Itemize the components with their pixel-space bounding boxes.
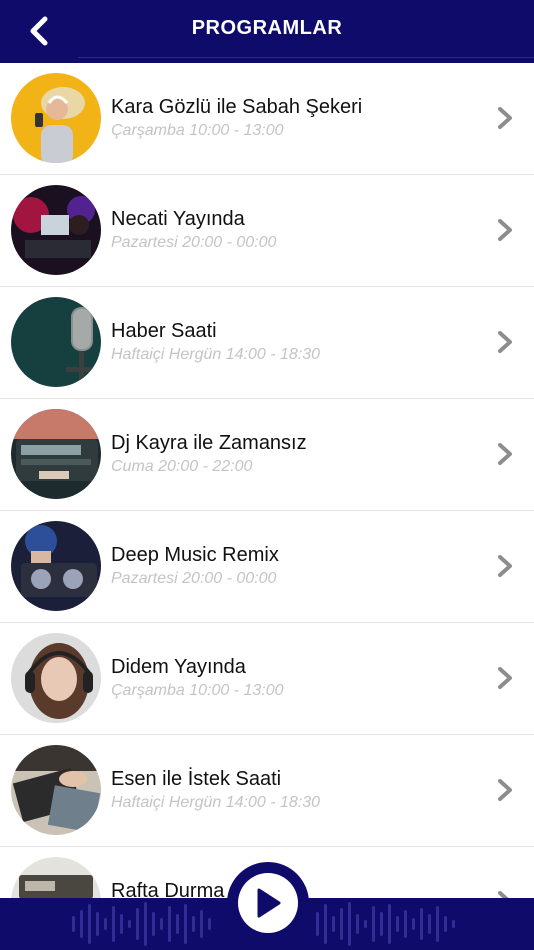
program-list: Kara Gözlü ile Sabah Şekeri Çarşamba 10:… (0, 63, 534, 950)
chevron-right-icon (498, 443, 512, 465)
program-thumbnail (11, 633, 101, 723)
program-schedule: Pazartesi 20:00 - 00:00 (111, 570, 277, 587)
program-name: Didem Yayında (111, 656, 246, 678)
program-thumbnail (11, 297, 101, 387)
program-name: Deep Music Remix (111, 544, 279, 566)
header-divider (78, 57, 534, 58)
program-thumbnail (11, 73, 101, 163)
program-schedule: Çarşamba 10:00 - 13:00 (111, 122, 284, 139)
page-title: PROGRAMLAR (191, 17, 343, 39)
chevron-right-icon (498, 107, 512, 129)
program-row[interactable]: Kara Gözlü ile Sabah Şekeri Çarşamba 10:… (0, 63, 534, 175)
program-name: Haber Saati (111, 320, 217, 342)
chevron-right-icon (498, 331, 512, 353)
program-name: Dj Kayra ile Zamansız (111, 432, 307, 454)
program-name: Kara Gözlü ile Sabah Şekeri (111, 96, 363, 118)
program-row[interactable]: Haber Saati Haftaiçi Hergün 14:00 - 18:3… (0, 287, 534, 399)
play-button-face (238, 873, 298, 933)
program-thumbnail (11, 521, 101, 611)
program-thumbnail (11, 745, 101, 835)
chevron-right-icon (498, 219, 512, 241)
program-row[interactable]: Deep Music Remix Pazartesi 20:00 - 00:00 (0, 511, 534, 623)
program-schedule: Haftaiçi Hergün 14:00 - 18:30 (111, 794, 321, 811)
header-bar: PROGRAMLAR (0, 0, 534, 63)
program-name: Esen ile İstek Saati (111, 768, 282, 790)
program-row[interactable]: Necati Yayında Pazartesi 20:00 - 00:00 (0, 175, 534, 287)
program-row[interactable]: Dj Kayra ile Zamansız Cuma 20:00 - 22:00 (0, 399, 534, 511)
program-schedule: Haftaiçi Hergün 14:00 - 18:30 (111, 346, 321, 363)
program-thumbnail (11, 409, 101, 499)
program-schedule: Pazartesi 20:00 - 00:00 (111, 234, 277, 251)
chevron-right-icon (498, 667, 512, 689)
program-schedule: Cuma 20:00 - 22:00 (111, 458, 253, 475)
program-name: Necati Yayında (111, 208, 245, 230)
chevron-right-icon (498, 779, 512, 801)
program-schedule: Çarşamba 10:00 - 13:00 (111, 682, 284, 699)
play-icon (257, 888, 281, 918)
chevron-right-icon (498, 555, 512, 577)
program-row[interactable]: Esen ile İstek Saati Haftaiçi Hergün 14:… (0, 735, 534, 847)
play-button[interactable] (227, 862, 309, 944)
program-row[interactable]: Didem Yayında Çarşamba 10:00 - 13:00 (0, 623, 534, 735)
program-thumbnail (11, 185, 101, 275)
